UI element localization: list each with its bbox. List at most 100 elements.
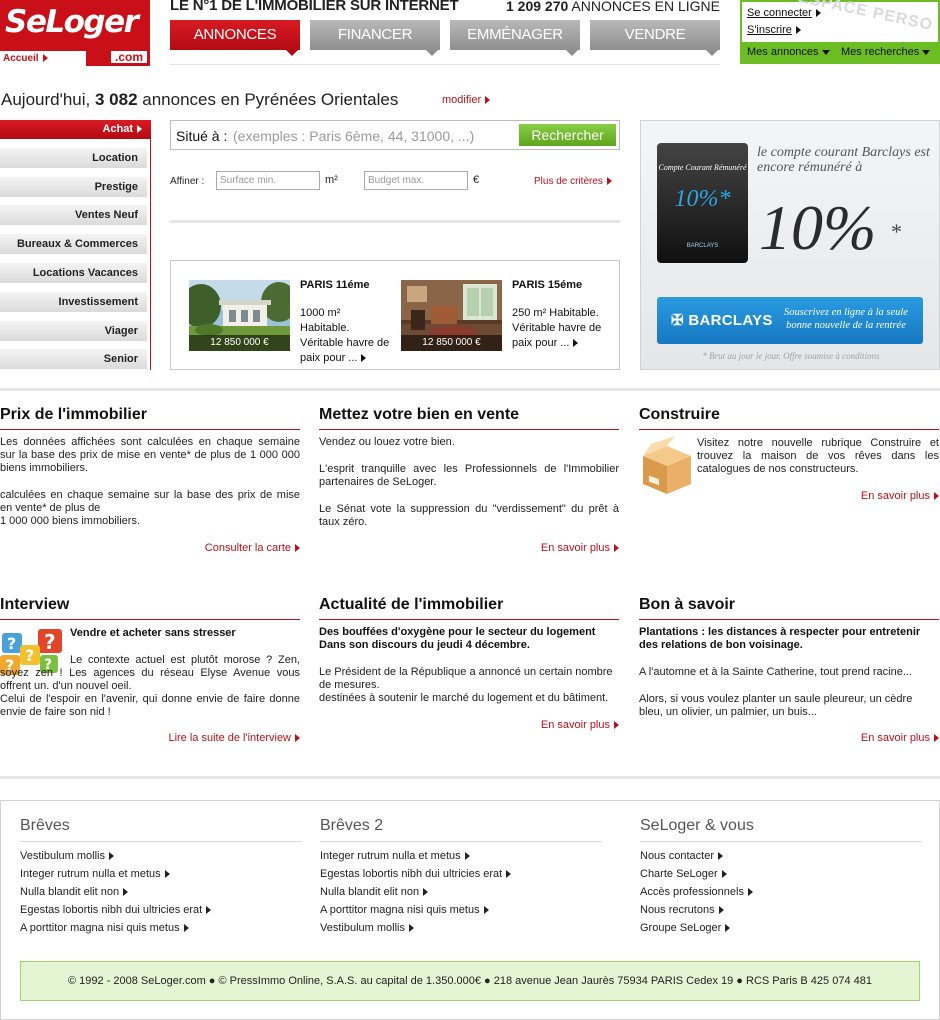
search-placeholder: (exemples : Paris 6ème, 44, 31000, ...): [233, 128, 475, 144]
tab-emmenager[interactable]: EMMÉNAGER: [450, 20, 580, 56]
build-more-link[interactable]: En savoir plus: [861, 490, 939, 502]
location-search-input[interactable]: Situé à : (exemples : Paris 6ème, 44, 31…: [170, 120, 620, 150]
copyright-notice: © 1992 - 2008 SeLoger.com ● © PressImmo …: [20, 961, 920, 1001]
user-menu-bar: Mes annonces Mes recherches: [742, 42, 938, 62]
ad-subscribe-button[interactable]: ✠ BARCLAYS Souscrivez en ligne à la seul…: [657, 297, 923, 344]
bank-card-image: Compte Courant Rémunéré 10%* BARCLAYS: [657, 143, 748, 263]
news-more-link[interactable]: En savoir plus: [541, 719, 619, 731]
chevron-right-icon: [747, 888, 753, 897]
sell-more-link[interactable]: En savoir plus: [541, 542, 619, 554]
chevron-right-icon: [408, 924, 414, 933]
section-title: Actualité de l'immobilier: [319, 596, 619, 620]
footer-link[interactable]: Vestibulum mollis: [320, 919, 602, 937]
footer-link[interactable]: Egestas lobortis nibh dui ultricies erat: [320, 865, 602, 883]
menu-item-bureaux-commerces[interactable]: Bureaux & Commerces: [0, 234, 147, 254]
section-title: Prix de l'immobilier: [0, 406, 300, 430]
budget-max-input[interactable]: Budget max.: [364, 171, 468, 190]
menu-item-achat[interactable]: Achat: [0, 120, 151, 139]
menu-item-location[interactable]: Location: [0, 148, 147, 168]
menu-item-viager[interactable]: Viager: [0, 321, 147, 341]
svg-text:?: ?: [44, 630, 56, 654]
logo-text: SeLoger: [5, 4, 139, 40]
search-label: Situé à :: [176, 128, 228, 144]
footer-column-title: Brêves 2: [320, 817, 602, 842]
tab-financer[interactable]: FINANCER: [310, 20, 440, 56]
refine-label: Affiner :: [170, 176, 205, 187]
listing-title[interactable]: PARIS 15éme: [512, 279, 582, 291]
site-logo[interactable]: SeLoger Accueil .com: [0, 0, 150, 66]
chevron-right-icon: [721, 870, 727, 879]
section-title: Bon à savoir: [639, 596, 939, 620]
footer-link[interactable]: Charte SeLoger: [640, 865, 922, 883]
svg-text:?: ?: [7, 634, 16, 653]
view-map-link[interactable]: Consulter la carte: [205, 542, 300, 554]
more-criteria-link[interactable]: Plus de critères: [534, 176, 612, 187]
barclays-ad-banner[interactable]: Compte Courant Rémunéré 10%* BARCLAYS le…: [640, 120, 940, 370]
footer-link[interactable]: A porttitor magna nisi quis metus: [320, 901, 602, 919]
section-title: Construire: [639, 406, 939, 430]
chevron-right-icon: [42, 54, 48, 63]
footer-column-title: Brêves: [20, 817, 302, 842]
surface-min-input[interactable]: Surface min.: [216, 171, 320, 190]
footer-column-seloger-vous: SeLoger & vous Nous contacter Charte SeL…: [640, 817, 922, 937]
chevron-right-icon: [137, 125, 142, 134]
section-title: Interview: [0, 596, 300, 620]
page-title: Aujourd'hui, 3 082 annonces en Pyrénées …: [1, 90, 399, 109]
my-searches-menu[interactable]: Mes recherches: [841, 42, 931, 62]
footer-link[interactable]: Egestas lobortis nibh dui ultricies erat: [20, 901, 302, 919]
signup-link[interactable]: S'inscrire: [747, 24, 801, 36]
ad-fine-print: * Brut au jour le jour. Offre soumise à …: [702, 351, 880, 361]
menu-item-locations-vacances[interactable]: Locations Vacances: [0, 263, 147, 283]
site-tagline: LE N°1 DE L'IMMOBILIER SUR INTERNET: [170, 0, 459, 14]
login-link[interactable]: Se connecter: [747, 7, 821, 19]
ad-headline: le compte courant Barclays est encore ré…: [757, 145, 930, 175]
chevron-right-icon: [108, 852, 114, 861]
section-divider: [0, 388, 940, 391]
chevron-down-icon: [821, 49, 830, 55]
build-section: Construire Visitez notre nouvelle rubriq…: [639, 406, 939, 502]
listing-title[interactable]: PARIS 11éme: [300, 279, 370, 291]
footer-link[interactable]: Nous recrutons: [640, 901, 922, 919]
modify-region-link[interactable]: modifier: [442, 94, 491, 106]
read-interview-link[interactable]: Lire la suite de l'interview: [168, 732, 300, 744]
home-link[interactable]: Accueil: [0, 51, 86, 66]
menu-item-senior[interactable]: Senior: [0, 349, 147, 369]
chevron-right-icon: [483, 906, 489, 915]
chevron-right-icon: [725, 924, 731, 933]
listing-description[interactable]: 1000 m² Habitable. Véritable havre de pa…: [300, 306, 392, 366]
footer-link[interactable]: A porttitor magna nisi quis metus: [20, 919, 302, 937]
footer-link[interactable]: Accès professionnels: [640, 883, 922, 901]
footer-link[interactable]: Integer rutrum nulla et metus: [320, 847, 602, 865]
chevron-right-icon: [795, 26, 801, 35]
menu-item-ventes-neuf[interactable]: Ventes Neuf: [0, 205, 147, 225]
surface-unit: m²: [325, 174, 338, 186]
listing-description[interactable]: 250 m² Habitable. Véritable havre de pai…: [512, 306, 604, 351]
search-button[interactable]: Rechercher: [519, 124, 616, 146]
section-divider: [0, 776, 940, 779]
footer-link[interactable]: Nulla blandit elit non: [320, 883, 602, 901]
ad-rate: 10%: [759, 192, 877, 263]
logo-suffix: .com: [110, 51, 147, 63]
listing-photo[interactable]: 12 850 000 €: [401, 280, 502, 351]
footer-link[interactable]: Nulla blandit elit non: [20, 883, 302, 901]
chevron-right-icon: [506, 870, 512, 879]
chevron-right-icon: [614, 721, 619, 730]
footer-link[interactable]: Nous contacter: [640, 847, 922, 865]
tips-more-link[interactable]: En savoir plus: [861, 732, 939, 744]
chevron-right-icon: [718, 906, 724, 915]
footer-link[interactable]: Groupe SeLoger: [640, 919, 922, 937]
tab-vendre[interactable]: VENDRE: [590, 20, 720, 56]
my-ads-menu[interactable]: Mes annonces: [747, 42, 830, 62]
menu-item-prestige[interactable]: Prestige: [0, 177, 147, 197]
footer-link[interactable]: Integer rutrum nulla et metus: [20, 865, 302, 883]
section-title: Mettez votre bien en vente: [319, 406, 619, 430]
footer: Brêves Vestibulum mollis Integer rutrum …: [0, 800, 940, 1020]
tips-section: Bon à savoir Plantations : les distances…: [639, 596, 939, 752]
menu-item-investissement[interactable]: Investissement: [0, 292, 147, 312]
chevron-right-icon: [423, 888, 429, 897]
listing-photo[interactable]: 12 850 000 €: [189, 280, 290, 351]
chevron-right-icon: [573, 339, 579, 348]
tab-annonces[interactable]: ANNONCES: [170, 20, 300, 56]
footer-link[interactable]: Vestibulum mollis: [20, 847, 302, 865]
sell-section: Mettez votre bien en vente Vendez ou lou…: [319, 406, 619, 554]
